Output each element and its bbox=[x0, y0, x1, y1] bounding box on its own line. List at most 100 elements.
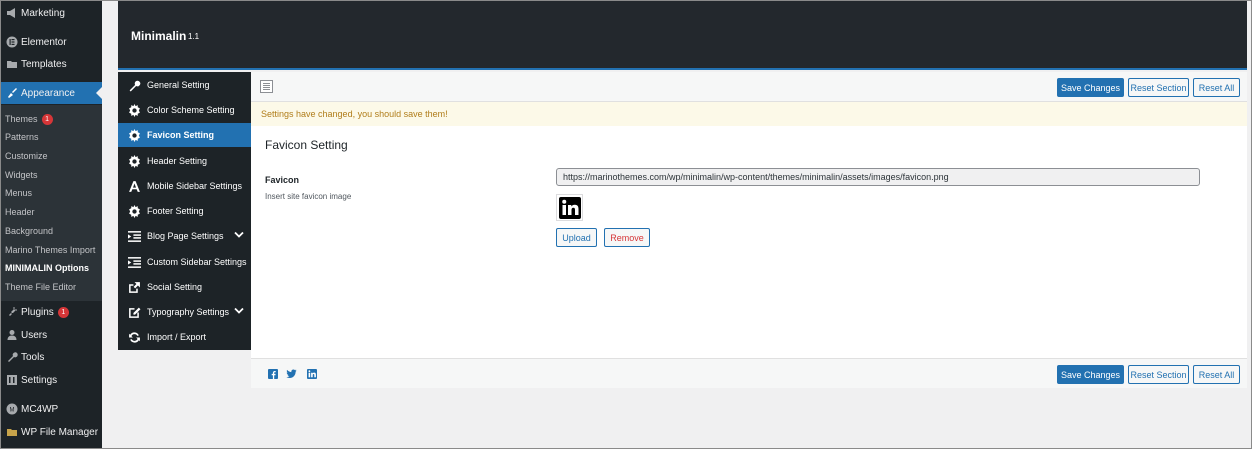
gear-icon bbox=[127, 103, 141, 117]
chevron-down-icon[interactable] bbox=[234, 307, 244, 317]
menu-label: Users bbox=[21, 330, 47, 341]
mc4wp-icon: M bbox=[3, 402, 21, 416]
menu-item-users[interactable]: Users bbox=[1, 324, 102, 346]
nav-item-social-setting[interactable]: Social Setting bbox=[118, 275, 251, 299]
upload-button[interactable]: Upload bbox=[556, 228, 597, 247]
nav-item-custom-sidebar-settings[interactable]: Custom Sidebar Settings bbox=[118, 250, 251, 274]
menu-label: WP File Manager bbox=[21, 427, 98, 438]
share-icon bbox=[127, 280, 141, 294]
linkedin-icon bbox=[559, 197, 581, 219]
nav-item-header-setting[interactable]: Header Setting bbox=[118, 149, 251, 173]
user-icon bbox=[3, 328, 21, 342]
update-count-badge: 1 bbox=[42, 114, 53, 125]
nav-item-label: Custom Sidebar Settings bbox=[147, 257, 247, 267]
save-changes-button-bottom[interactable]: Save Changes bbox=[1057, 365, 1124, 384]
options-content: Save Changes Reset Section Reset All Set… bbox=[251, 72, 1247, 388]
menu-label: Elementor bbox=[21, 37, 67, 48]
bottom-toolbar: Save Changes Reset Section Reset All bbox=[251, 358, 1247, 388]
reset-section-button-bottom[interactable]: Reset Section bbox=[1128, 365, 1189, 384]
nav-item-label: Import / Export bbox=[147, 332, 206, 342]
indent-icon bbox=[127, 255, 141, 269]
chevron-down-icon[interactable] bbox=[234, 231, 244, 241]
nav-item-label: Blog Page Settings bbox=[147, 231, 224, 241]
submenu-item-patterns[interactable]: Patterns bbox=[5, 129, 39, 145]
menu-item-elementor[interactable]: Elementor bbox=[1, 31, 102, 53]
submenu-item-themes[interactable]: Themes 1 bbox=[5, 111, 53, 127]
gear-icon bbox=[127, 154, 141, 168]
wrench-icon bbox=[3, 350, 21, 364]
indent-icon bbox=[127, 229, 141, 243]
top-toolbar: Save Changes Reset Section Reset All bbox=[251, 72, 1247, 102]
nav-item-mobile-sidebar-settings[interactable]: Mobile Sidebar Settings bbox=[118, 174, 251, 198]
menu-item-marketing[interactable]: Marketing bbox=[1, 2, 102, 24]
linkedin-icon[interactable] bbox=[306, 368, 317, 379]
menu-item-plugins[interactable]: Plugins 1 bbox=[1, 301, 102, 323]
nav-item-label: General Setting bbox=[147, 80, 210, 90]
unsaved-changes-notice: Settings have changed, you should save t… bbox=[251, 102, 1247, 126]
menu-item-appearance[interactable]: Appearance bbox=[1, 82, 102, 104]
nav-item-footer-setting[interactable]: Footer Setting bbox=[118, 199, 251, 223]
reset-all-button-bottom[interactable]: Reset All bbox=[1193, 365, 1240, 384]
favicon-field-label: Favicon bbox=[265, 175, 299, 185]
menu-item-wp-file-manager[interactable]: WP File Manager bbox=[1, 421, 102, 443]
svg-text:M: M bbox=[10, 408, 15, 414]
menu-item-tools[interactable]: Tools bbox=[1, 346, 102, 368]
twitter-icon[interactable] bbox=[286, 368, 297, 379]
menu-label: Appearance bbox=[21, 88, 75, 99]
nav-item-blog-page-settings[interactable]: Blog Page Settings bbox=[118, 224, 251, 248]
menu-label: Plugins bbox=[21, 307, 54, 318]
wrench-icon bbox=[127, 78, 141, 92]
submenu-item-widgets[interactable]: Widgets bbox=[5, 167, 38, 183]
favicon-preview bbox=[556, 194, 583, 221]
nav-item-typography-settings[interactable]: Typography Settings bbox=[118, 300, 251, 324]
menu-label: Tools bbox=[21, 352, 44, 363]
menu-item-settings[interactable]: Settings bbox=[1, 369, 102, 391]
update-count-badge: 1 bbox=[58, 307, 69, 318]
options-panel-header: Minimalin 1.1 bbox=[118, 1, 1247, 70]
submenu-item-background[interactable]: Background bbox=[5, 223, 53, 239]
wp-admin-sidebar: Marketing Elementor Templates Appearance… bbox=[1, 1, 102, 448]
submenu-item-menus[interactable]: Menus bbox=[5, 185, 32, 201]
expand-options-icon[interactable] bbox=[260, 80, 273, 93]
submenu-item-theme-file-editor[interactable]: Theme File Editor bbox=[5, 279, 76, 295]
plug-icon bbox=[3, 305, 21, 319]
nav-item-label: Footer Setting bbox=[147, 206, 204, 216]
nav-item-import-export[interactable]: Import / Export bbox=[118, 325, 251, 349]
menu-item-templates[interactable]: Templates bbox=[1, 53, 102, 75]
panel-version: 1.1 bbox=[188, 32, 199, 41]
reset-all-button[interactable]: Reset All bbox=[1193, 78, 1240, 97]
submenu-item-marino-import[interactable]: Marino Themes Import bbox=[5, 242, 95, 258]
elementor-icon bbox=[3, 35, 21, 49]
favicon-field-description: Insert site favicon image bbox=[265, 192, 351, 201]
appearance-submenu: Themes 1 Patterns Customize Widgets Menu… bbox=[1, 105, 102, 301]
save-changes-button[interactable]: Save Changes bbox=[1057, 78, 1124, 97]
section-title: Favicon Setting bbox=[265, 138, 348, 152]
nav-item-label: Typography Settings bbox=[147, 307, 229, 317]
nav-item-label: Color Scheme Setting bbox=[147, 105, 235, 115]
nav-item-color-scheme-setting[interactable]: Color Scheme Setting bbox=[118, 98, 251, 122]
nav-item-label: Header Setting bbox=[147, 156, 207, 166]
nav-item-label: Mobile Sidebar Settings bbox=[147, 181, 242, 191]
reset-section-button[interactable]: Reset Section bbox=[1128, 78, 1189, 97]
megaphone-icon bbox=[3, 6, 21, 20]
favicon-url-input[interactable] bbox=[556, 168, 1200, 186]
options-nav-spacer bbox=[118, 350, 251, 388]
menu-label: MC4WP bbox=[21, 404, 58, 415]
submenu-item-header[interactable]: Header bbox=[5, 204, 35, 220]
menu-label: Templates bbox=[21, 59, 67, 70]
gear-icon bbox=[127, 128, 141, 142]
font-icon bbox=[127, 179, 141, 193]
nav-item-favicon-setting[interactable]: Favicon Setting bbox=[118, 123, 251, 147]
menu-label: Marketing bbox=[21, 8, 65, 19]
paintbrush-icon bbox=[3, 86, 21, 100]
submenu-label: Themes bbox=[5, 114, 38, 124]
nav-item-general-setting[interactable]: General Setting bbox=[118, 73, 251, 97]
settings-icon bbox=[3, 373, 21, 387]
remove-button[interactable]: Remove bbox=[604, 228, 650, 247]
menu-item-mc4wp[interactable]: M MC4WP bbox=[1, 398, 102, 420]
submenu-item-customize[interactable]: Customize bbox=[5, 148, 48, 164]
nav-item-label: Favicon Setting bbox=[147, 130, 214, 140]
facebook-icon[interactable] bbox=[267, 368, 278, 379]
submenu-item-minimalin-options[interactable]: MINIMALIN Options bbox=[5, 260, 89, 276]
refresh-icon bbox=[127, 330, 141, 344]
